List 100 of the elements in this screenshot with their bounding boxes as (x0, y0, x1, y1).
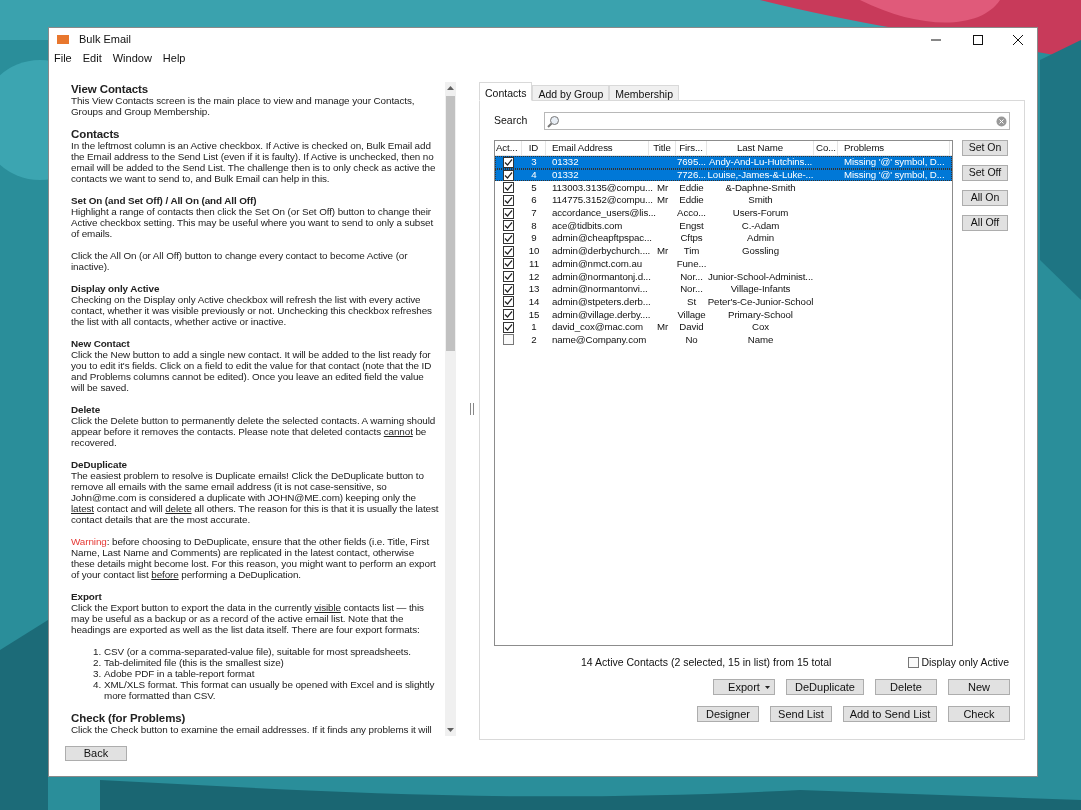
checkbox[interactable] (503, 232, 514, 244)
table-row[interactable]: 5 113003.3135@compu... Mr Eddie &-Daphne-Smith (495, 181, 952, 195)
action-button[interactable]: All On (962, 190, 1008, 206)
table-cell: 7695... (677, 156, 706, 168)
scroll-up-icon[interactable] (447, 86, 454, 90)
checkbox[interactable] (503, 207, 514, 219)
checkbox[interactable] (503, 156, 514, 168)
help-subheading: Export (71, 591, 103, 602)
action-button[interactable]: Set Off (962, 165, 1008, 181)
action-button[interactable]: Set On (962, 140, 1008, 156)
checkbox[interactable] (503, 309, 514, 321)
table-cell: Primary-School (728, 308, 793, 320)
list-item: CSV (or a comma-separated-value file), suitable for most spreadsheets. (104, 646, 411, 657)
search-icon (547, 114, 560, 128)
list-number: 1. (93, 646, 103, 657)
checkbox[interactable] (503, 194, 514, 206)
checkbox[interactable] (503, 283, 514, 295)
table-row[interactable]: 14 admin@stpeters.derb... St Peter's-Ce-Junior-School (495, 295, 952, 309)
action-button[interactable]: DeDuplicate (786, 678, 864, 695)
search-field[interactable] (544, 112, 1010, 130)
checkbox[interactable] (503, 258, 514, 270)
help-paragraph: In the leftmost column is an Active checkbox. If Active is checked on, Bulk Email add the Email address to the Send List (even if it is faulty). If Active is unchecked, then no email will be added to the Send List. The challenge then is to only check as active the contacts we want to send to, and Bulk Email can help in this. (71, 140, 437, 184)
help-heading: View Contacts (71, 83, 150, 95)
menu-item[interactable]: Help (162, 50, 186, 67)
action-button[interactable]: All Off (962, 215, 1008, 231)
menu-item[interactable]: Window (112, 50, 152, 67)
clear-icon[interactable] (996, 115, 1007, 127)
list-item: XML/XLS format. This format can usually be opened with Excel and is slightly more formatted than CSV. (104, 679, 436, 701)
table-row[interactable]: 2 name@Company.com No Name (495, 333, 952, 347)
checkbox[interactable] (503, 334, 514, 346)
back-button[interactable]: Back (65, 746, 127, 761)
tab[interactable]: Contacts (479, 82, 533, 101)
checkbox[interactable] (503, 271, 514, 283)
checkbox[interactable] (503, 182, 514, 194)
column-header[interactable]: Email Address (546, 141, 649, 156)
menu-item[interactable]: File (54, 50, 72, 67)
table-row[interactable]: 11 admin@nmct.com.au Fune... (495, 257, 952, 271)
splitter-handle[interactable] (470, 403, 474, 415)
table-row[interactable]: 6 114775.3152@compu... Mr Eddie Smith (495, 194, 952, 207)
column-header[interactable]: Problems (838, 141, 950, 156)
table-cell: admin@cheapftpspac... (552, 232, 652, 244)
table-cell: Mr (656, 321, 669, 333)
table-cell: Village (677, 308, 706, 320)
column-header[interactable]: ID (522, 141, 546, 156)
dropdown-button[interactable]: Export (713, 678, 775, 695)
scrollbar-thumb[interactable] (446, 96, 455, 351)
table-row[interactable]: 10 admin@derbychurch.... Mr Tim Gossling (495, 244, 952, 258)
table-cell: Users-Forum (732, 207, 789, 219)
table-row[interactable]: 1 david_cox@mac.com Mr David Cox (495, 320, 952, 334)
table-cell: 8 (531, 219, 537, 231)
table-row[interactable]: 8 ace@tidbits.com Engst C.-Adam (495, 219, 952, 233)
table-cell: 114775.3152@compu... (552, 194, 653, 206)
table-row[interactable]: 12 admin@normantonj.d... Nor... Junior-School-Administ... (495, 270, 952, 283)
checkbox[interactable] (503, 245, 514, 257)
checkbox[interactable] (503, 220, 514, 232)
scrollbar[interactable] (445, 82, 456, 736)
tab[interactable]: Membership (609, 85, 679, 101)
table-row[interactable]: 13 admin@normantonvi... Nor... Village-Infants (495, 282, 952, 296)
checkbox[interactable] (503, 321, 514, 333)
checkbox[interactable] (503, 169, 514, 181)
column-header[interactable]: Act... (495, 141, 522, 156)
table-cell: 9 (531, 232, 537, 244)
table-cell: admin@normantonj.d... (552, 270, 651, 282)
action-button[interactable]: Check (948, 705, 1010, 722)
checkbox[interactable] (908, 657, 920, 669)
menu-item[interactable]: Edit (82, 50, 102, 67)
action-button[interactable]: Send List (770, 705, 832, 722)
table-cell: 6 (531, 194, 537, 206)
tab[interactable]: Add by Group (532, 85, 610, 101)
table-cell: 5 (531, 181, 537, 193)
action-button[interactable]: Designer (697, 705, 759, 722)
column-header[interactable]: Firs... (676, 141, 707, 156)
checkbox[interactable] (503, 296, 514, 308)
table-row[interactable]: 3 01332 7695... Andy-And-Lu-Hutchins... Missing '@' symbol, D... (495, 156, 952, 169)
scroll-down-icon[interactable] (447, 728, 454, 732)
table-cell: Name (747, 333, 774, 345)
table-cell: Mr (656, 181, 669, 193)
table-row[interactable]: 15 admin@village.derby.... Village Primary-School (495, 308, 952, 321)
column-header[interactable]: Title (649, 141, 676, 156)
table-cell: admin@village.derby.... (552, 308, 651, 320)
table-cell: Acco... (677, 207, 706, 219)
table-cell: 2 (531, 333, 537, 345)
column-header[interactable]: Co... (814, 141, 838, 156)
table-cell: C.-Adam (741, 219, 780, 231)
maximize-icon[interactable] (973, 35, 983, 45)
close-icon[interactable] (1013, 35, 1023, 45)
table-cell: 12 (528, 270, 540, 282)
list-number: 2. (93, 657, 103, 668)
table-row[interactable]: 7 accordance_users@lis... Acco... Users-Forum (495, 206, 952, 220)
help-paragraph: Highlight a range of contacts then click the Set On (or Set Off) button to change their Active checkbox setting. This may be useful where you want to send to only a subset of emails. (71, 206, 435, 239)
table-cell: Engst (679, 219, 704, 231)
table-cell: 113003.3135@compu... (552, 181, 653, 193)
table-cell: admin@stpeters.derb... (552, 295, 651, 307)
table-row[interactable]: 9 admin@cheapftpspac... Cftps Admin (495, 232, 952, 245)
action-button[interactable]: New (948, 678, 1010, 695)
action-button[interactable]: Add to Send List (843, 705, 937, 722)
column-header[interactable]: Last Name (707, 141, 814, 156)
action-button[interactable]: Delete (875, 678, 937, 695)
help-paragraph: Click the Check button to examine the email addresses. If it finds any problems it will (71, 724, 433, 735)
help-paragraph: Warning: before choosing to DeDuplicate, ensure that the other fields (i.e. Title, First Name, Last Name and Comments) are replicated in the latest contact, otherwise these details might become lost. For this reason, you might want to perform an export of your contact list before performing a DeDuplication. (71, 536, 437, 580)
